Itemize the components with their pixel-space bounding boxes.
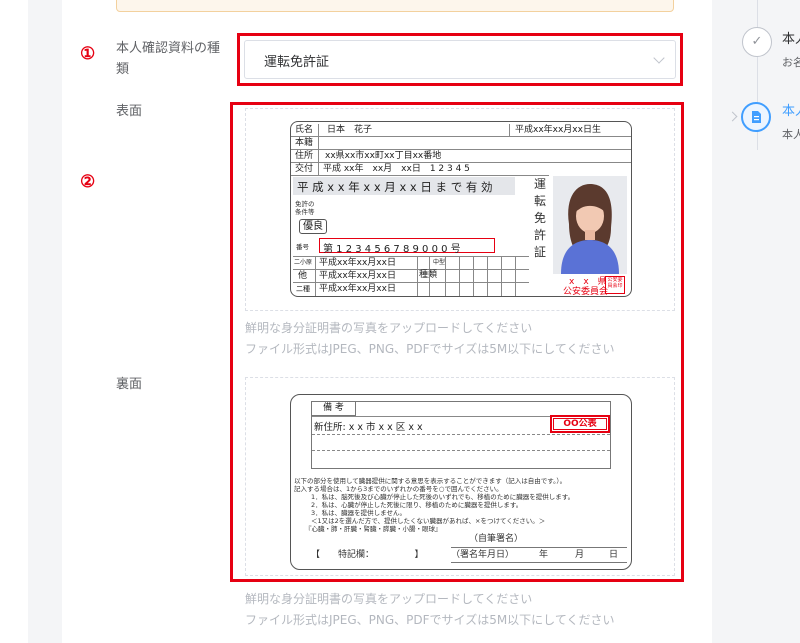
license-excellent-badge: 優良: [299, 219, 327, 234]
license-remarks-box: 備 考 新住所: x x 市 x x 区 x x OO公表: [311, 401, 611, 469]
step1-title: 本人: [782, 32, 800, 47]
license-title-char-1: 運: [533, 177, 546, 191]
license-name-label: 氏名: [295, 125, 314, 135]
front-side-label: 表面: [116, 104, 143, 119]
front-upload-area[interactable]: 氏名 日本 花子 平成xx年xx月xx日生 本籍 住所 xx県xx市xx町xx丁…: [245, 108, 675, 311]
back-side-label: 裏面: [116, 377, 143, 392]
left-sidebar-strip: [0, 0, 28, 643]
license-signature-label: （自筆署名）: [469, 534, 524, 544]
license-conditions-line2: 条件等: [295, 208, 315, 216]
license-name-value: 日本 花子: [327, 125, 373, 135]
license-issue-label: 交付: [295, 164, 314, 174]
license-remarks-label: 備 考: [312, 402, 356, 416]
license-year-label: 年: [539, 550, 549, 560]
license-vertical-title: 運 転 免 許 証: [533, 176, 547, 261]
license-title-char-5: 証: [533, 245, 546, 259]
license-donor-text-7: 『心臓・肺・肝臓・腎臓・膵臓・小腸・眼球』: [305, 525, 442, 533]
license-new-address: 新住所: x x 市 x x 区 x x: [314, 422, 423, 433]
license-title-char-3: 免: [533, 211, 546, 225]
license-address-label: 住所: [295, 151, 314, 161]
license-back-sample-image: 備 考 新住所: x x 市 x x 区 x x OO公表 以下の部分を使用して…: [290, 394, 632, 570]
license-chugata-label: 中型: [433, 259, 446, 266]
notice-banner: [116, 0, 674, 12]
license-front-sample-image: 氏名 日本 花子 平成xx年xx月xx日生 本籍 住所 xx県xx市xx町xx丁…: [290, 121, 632, 297]
license-conditions-label: 免許の 条件等: [295, 200, 315, 216]
chevron-right-icon: [727, 111, 738, 122]
back-hint-line1: 鮮明な身分証明書の写真をアップロードしてください: [245, 592, 533, 606]
license-sign-date-label: （署名年月日）: [451, 550, 515, 560]
front-hint-line1: 鮮明な身分証明書の写真をアップロードしてください: [245, 321, 533, 335]
doc-type-select[interactable]: 運転免許証: [244, 40, 676, 79]
license-class-row1-label: 二小原: [294, 259, 313, 266]
doc-type-label: 本人確認資料の種 類: [116, 38, 220, 80]
license-valid-until: 平 成 x x 年 x x 月 x x 日 ま で 有 効: [297, 180, 493, 194]
license-address-row: 住所 xx県xx市xx町xx丁目xx番地: [291, 150, 631, 163]
license-honseki-row: 本籍: [291, 137, 631, 150]
license-valid-bar: 平 成 x x 年 x x 月 x x 日 ま で 有 効: [293, 177, 515, 195]
license-number-box: 第 1 2 3 4 5 6 7 8 9 0 0 0 号: [319, 238, 495, 255]
license-day-label: 日: [609, 550, 619, 560]
license-title-char-4: 許: [533, 228, 546, 242]
document-icon: [752, 111, 761, 123]
back-hint-line2: ファイル形式はJPEG、PNG、PDFでサイズは5M以下にしてください: [245, 613, 615, 627]
license-special-label: 【 特記欄： 】: [311, 550, 424, 560]
front-hint-line2: ファイル形式はJPEG、PNG、PDFでサイズは5M以下にしてください: [245, 342, 615, 356]
license-address-value: xx県xx市xx町xx丁目xx番地: [325, 151, 442, 161]
license-number-label: 番号: [296, 243, 309, 251]
license-class-row3-label: 二種: [296, 285, 310, 293]
license-class-table: 二小原 平成xx年xx月xx日 中型 他 平成xx年xx月xx日 種類 二種 平…: [293, 256, 529, 296]
license-class-row3-date: 平成xx年xx月xx日: [319, 284, 396, 294]
license-month-label: 月: [575, 550, 585, 560]
doc-type-label-line1: 本人確認資料の種: [116, 41, 221, 56]
license-birth-value: 平成xx年xx月xx日生: [515, 125, 601, 135]
license-class-row2-date: 平成xx年xx月xx日: [319, 271, 396, 281]
doc-type-label-line2: 類: [116, 62, 130, 77]
annotation-marker-1: ①: [80, 44, 96, 64]
license-issuer-line2: 公安委員会: [563, 287, 609, 297]
license-honseki-label: 本籍: [295, 138, 314, 148]
license-kind-label: 種類: [419, 270, 438, 280]
license-conditions-line1: 免許の: [295, 200, 315, 208]
license-seal: 公安委員会印: [605, 276, 625, 294]
chevron-down-icon[interactable]: [653, 52, 665, 64]
step2-subtitle: 本人: [782, 128, 800, 141]
portrait-photo: [553, 176, 627, 274]
license-stamp: OO公表: [553, 418, 607, 430]
license-issue-row: 交付 平成 xx年 xx月 xx日 1 2 3 4 5: [291, 163, 549, 176]
back-upload-area[interactable]: 備 考 新住所: x x 市 x x 区 x x OO公表 以下の部分を使用して…: [245, 377, 675, 576]
step-active-document-icon: [741, 102, 771, 132]
step2-title: 本人: [782, 104, 800, 119]
annotation-marker-2: ②: [80, 172, 96, 192]
license-stamp-highlight: OO公表: [550, 415, 610, 433]
license-name-row: 氏名 日本 花子 平成xx年xx月xx日生: [291, 124, 631, 137]
doc-type-select-value: 運転免許証: [264, 55, 330, 70]
license-issue-value: 平成 xx年 xx月 xx日 1 2 3 4 5: [323, 164, 470, 174]
license-title-char-2: 転: [533, 194, 546, 208]
license-number-value: 第 1 2 3 4 5 6 7 8 9 0 0 0 号: [323, 244, 461, 255]
portrait-illustration: [561, 184, 619, 274]
license-class-row1-date: 平成xx年xx月xx日: [319, 258, 396, 268]
license-class-row2-label: 他: [298, 271, 308, 281]
doc-type-highlight-box: 運転免許証: [237, 33, 683, 86]
step-completed-check-icon: ✓: [742, 27, 772, 57]
step1-subtitle: お名: [782, 56, 800, 69]
